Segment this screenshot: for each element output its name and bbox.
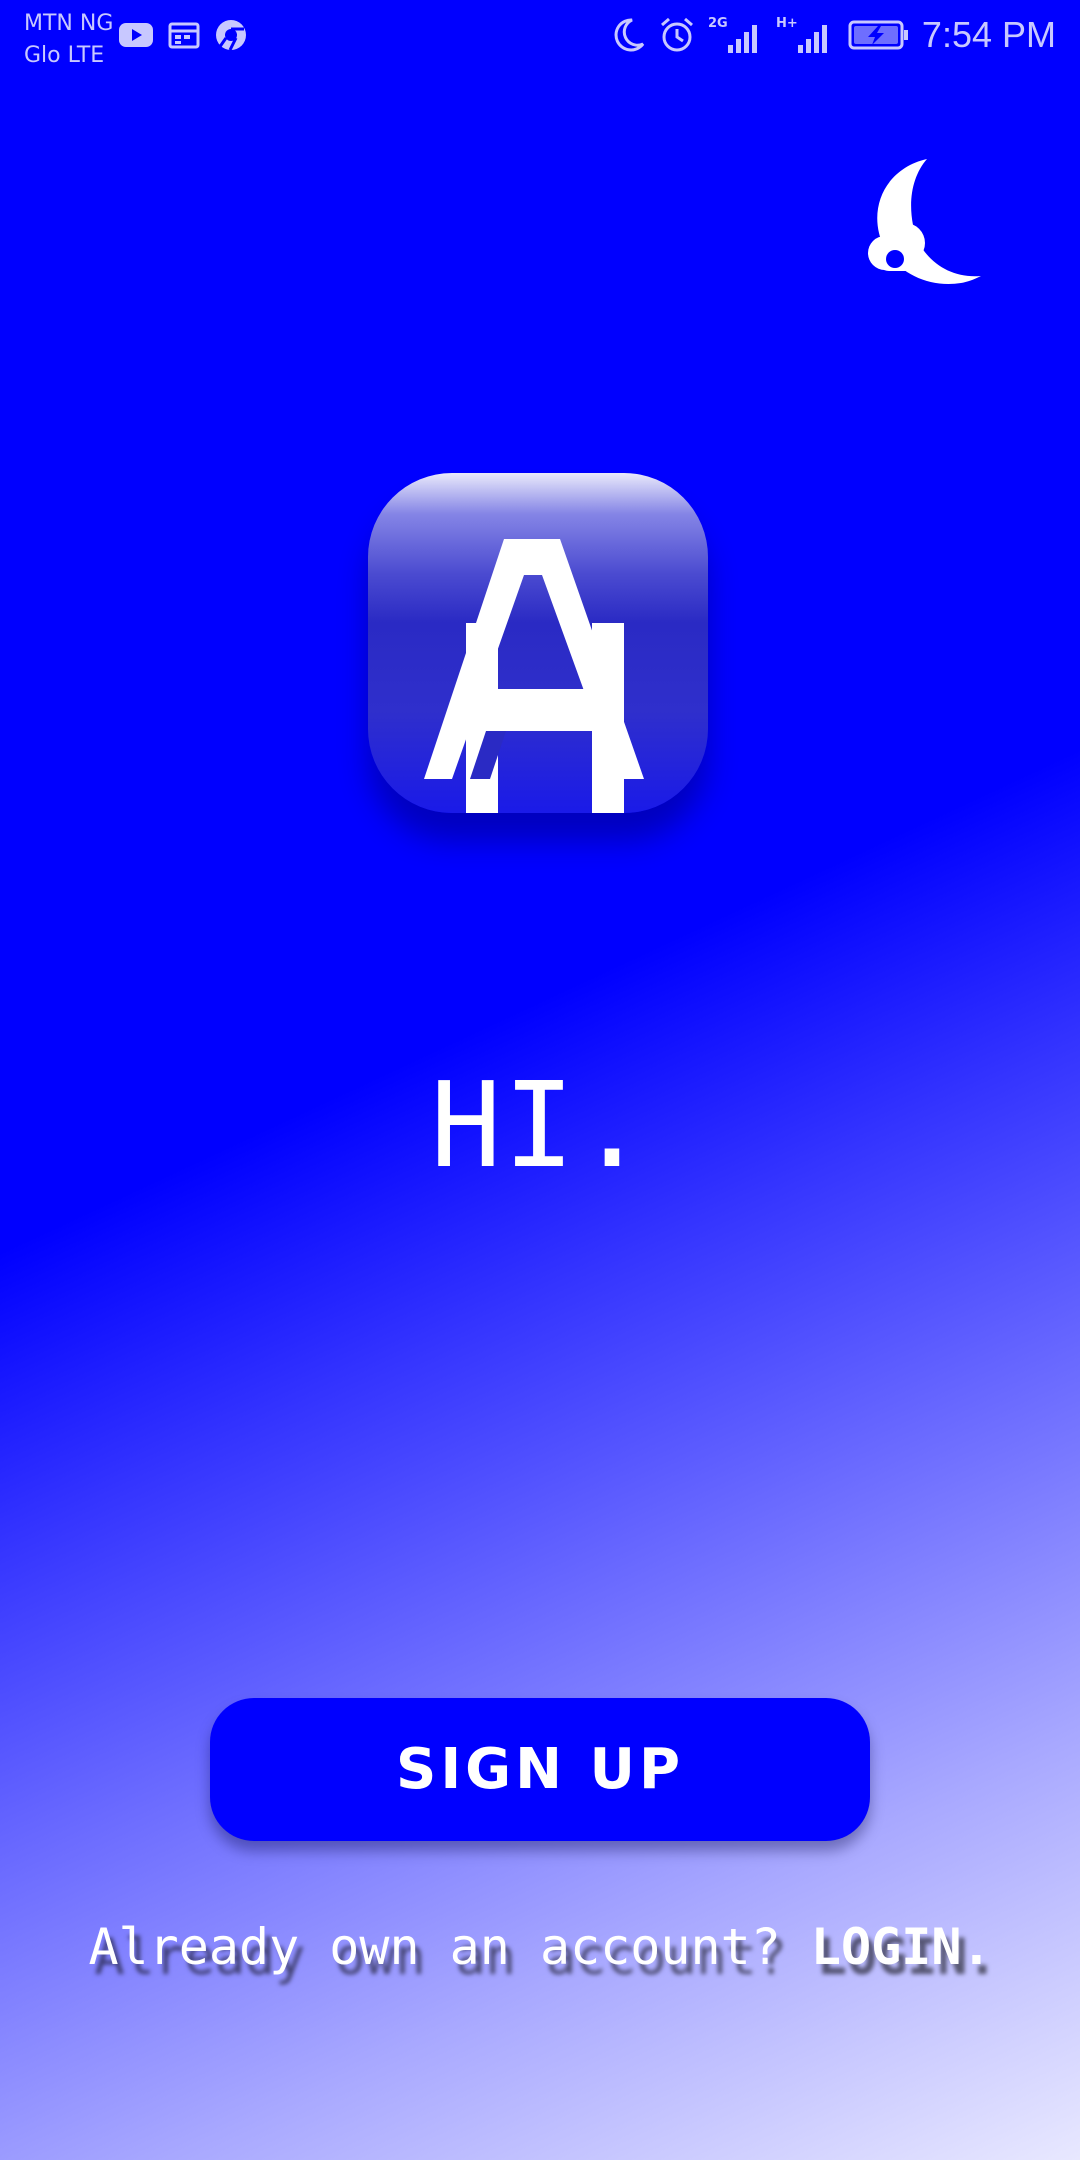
app-logo-a-icon: [424, 539, 644, 813]
alarm-icon: [660, 17, 693, 52]
carrier-primary: MTN NG: [24, 11, 114, 36]
signal-2g-icon: 2G: [708, 16, 757, 53]
notification-icons: [118, 18, 248, 52]
do-not-disturb-moon-icon: [614, 18, 645, 52]
theme-toggle-button[interactable]: [855, 155, 985, 290]
battery-charging-icon: [848, 20, 908, 50]
carrier-secondary: Glo LTE: [24, 43, 105, 68]
status-indicators: 2G H+ 7:54 PM: [612, 14, 1056, 56]
sign-up-button[interactable]: SIGN UP: [210, 1698, 870, 1841]
login-prompt: Already own an account? LOGIN.: [0, 1912, 1080, 1982]
moon-cloud-icon: [868, 159, 981, 284]
svg-text:2G: 2G: [708, 16, 728, 31]
carrier-info: MTN NG Glo LTE: [24, 8, 113, 72]
status-time: 7:54 PM: [921, 14, 1056, 55]
youtube-icon: [119, 23, 153, 47]
chrome-notification-icon: [216, 20, 246, 51]
app-logo: [368, 473, 708, 813]
login-prompt-text: Already own an account?: [88, 1918, 781, 1976]
login-link[interactable]: LOGIN.: [811, 1918, 992, 1976]
calendar-notification-icon: [168, 22, 200, 49]
status-bar: MTN NG Glo LTE 2G H+ 7:54 PM: [0, 0, 1080, 72]
signal-h-plus-icon: H+: [776, 16, 827, 53]
greeting-heading: HI.: [430, 1056, 650, 1194]
svg-text:H+: H+: [776, 16, 798, 31]
